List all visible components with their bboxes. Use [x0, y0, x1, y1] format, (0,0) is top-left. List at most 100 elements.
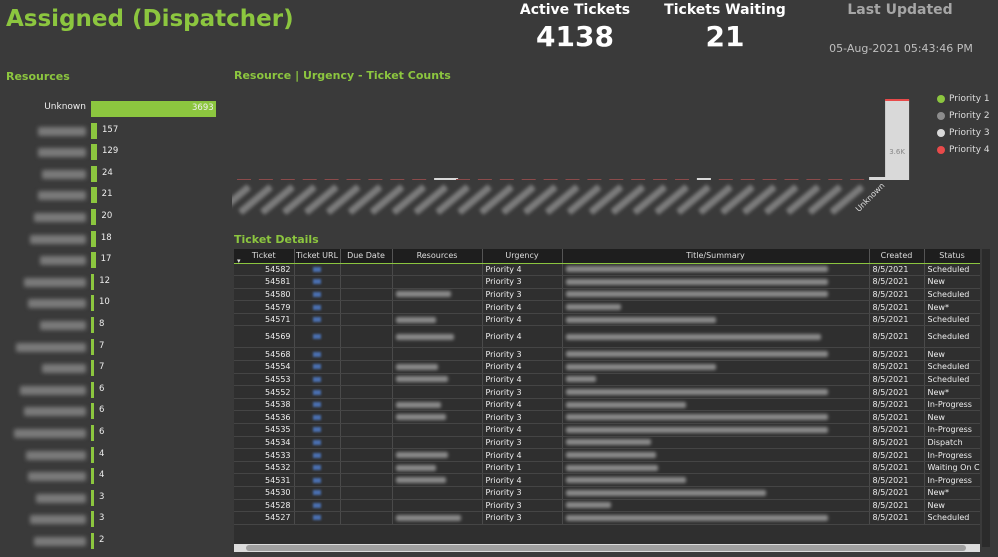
resource-row[interactable]: 10: [0, 295, 220, 312]
ticket-url-link[interactable]: [313, 304, 321, 310]
table-row[interactable]: 54535 Priority 4 8/5/2021 In-Progress: [234, 423, 980, 437]
ticket-url-link[interactable]: [313, 477, 321, 483]
ticket-url-link[interactable]: [313, 427, 321, 433]
chart-bar[interactable]: [609, 179, 624, 180]
resource-row[interactable]: 2: [0, 533, 220, 549]
ticket-url-link[interactable]: [313, 279, 321, 285]
table-row[interactable]: 54571 Priority 4 8/5/2021 Scheduled: [234, 313, 980, 327]
table-row[interactable]: 54530 Priority 3 8/5/2021 New*: [234, 486, 980, 500]
column-header[interactable]: Status: [924, 249, 980, 264]
chart-bar[interactable]: [675, 179, 689, 180]
chart-bar[interactable]: [696, 178, 711, 180]
ticket-url-link[interactable]: [313, 402, 321, 408]
chart-bar[interactable]: [587, 179, 602, 180]
ticket-url-link[interactable]: [313, 364, 321, 370]
ticket-url-link[interactable]: [313, 266, 321, 272]
resource-row[interactable]: 12: [0, 273, 220, 290]
chart-bar[interactable]: [828, 179, 843, 180]
chart-bar[interactable]: [346, 179, 361, 180]
table-row[interactable]: 54580 Priority 3 8/5/2021 Scheduled: [234, 288, 980, 302]
chart-bar[interactable]: [477, 179, 492, 180]
column-header[interactable]: Resources: [392, 249, 483, 264]
chart-bar[interactable]: [368, 179, 383, 180]
table-row[interactable]: 54554 Priority 4 8/5/2021 Scheduled: [234, 360, 980, 374]
column-header[interactable]: Due Date: [340, 249, 393, 264]
chart-bar[interactable]: [784, 179, 799, 180]
ticket-url-link[interactable]: [313, 502, 321, 508]
ticket-url-link[interactable]: [313, 465, 321, 471]
chart-bar[interactable]: [412, 179, 427, 180]
table-row[interactable]: 54579 Priority 4 8/5/2021 New*: [234, 300, 980, 314]
chart-bar[interactable]: [324, 179, 339, 180]
table-row[interactable]: 54582 Priority 4 8/5/2021 Scheduled: [234, 263, 980, 277]
chart-bar[interactable]: [740, 179, 755, 180]
table-row[interactable]: 54553 Priority 4 8/5/2021 Scheduled: [234, 373, 980, 387]
table-row[interactable]: 54552 Priority 3 8/5/2021 New*: [234, 385, 980, 399]
legend-item[interactable]: Priority 4: [937, 141, 990, 158]
resource-row[interactable]: 7: [0, 338, 220, 355]
ticket-url-link[interactable]: [313, 334, 321, 340]
column-header[interactable]: Ticket URL: [294, 249, 341, 264]
chart-bar[interactable]: [521, 179, 536, 180]
resource-row[interactable]: 129: [0, 144, 220, 161]
resource-row[interactable]: 4: [0, 446, 220, 463]
chart-bar[interactable]: [543, 179, 558, 180]
table-row[interactable]: 54581 Priority 3 8/5/2021 New: [234, 275, 980, 289]
ticket-url-link[interactable]: [313, 351, 321, 357]
vertical-scrollbar[interactable]: [982, 249, 990, 547]
ticket-url-link[interactable]: [313, 389, 321, 395]
ticket-url-link[interactable]: [313, 317, 321, 323]
chart-bar[interactable]: [806, 179, 821, 180]
ticket-url-link[interactable]: [313, 452, 321, 458]
ticket-url-link[interactable]: [313, 490, 321, 496]
column-header[interactable]: Title/Summary: [562, 249, 870, 264]
horizontal-scroll-thumb[interactable]: [246, 545, 966, 551]
resource-row[interactable]: 6: [0, 381, 220, 398]
resource-row[interactable]: 157: [0, 122, 220, 139]
resource-row[interactable]: 8: [0, 317, 220, 333]
chart-bar[interactable]: [434, 178, 459, 180]
chart-bar[interactable]: [237, 179, 251, 180]
table-row[interactable]: 54531 Priority 4 8/5/2021 In-Progress: [234, 473, 980, 487]
table-row[interactable]: 54568 Priority 3 8/5/2021 New: [234, 347, 980, 362]
table-row[interactable]: 54569 Priority 4 8/5/2021 Scheduled: [234, 325, 980, 349]
chart-bar[interactable]: [885, 100, 910, 180]
chart-bar[interactable]: [718, 179, 733, 180]
resource-row[interactable]: 17: [0, 252, 220, 269]
resource-row[interactable]: Unknown 3693: [0, 101, 220, 117]
chart-bar[interactable]: [653, 179, 668, 180]
chart-bar[interactable]: [850, 179, 865, 180]
chart-bar[interactable]: [390, 179, 405, 180]
sort-arrow-icon[interactable]: ▾: [237, 257, 241, 263]
chart-bar[interactable]: [499, 179, 514, 180]
chart-bar[interactable]: [280, 179, 295, 180]
ticket-url-link[interactable]: [313, 414, 321, 420]
chart-bar[interactable]: [869, 177, 894, 180]
table-row[interactable]: 54533 Priority 4 8/5/2021 In-Progress: [234, 448, 980, 462]
resource-row[interactable]: 6: [0, 403, 220, 420]
legend-item[interactable]: Priority 1: [937, 90, 990, 107]
table-row[interactable]: 54536 Priority 3 8/5/2021 New: [234, 410, 980, 425]
chart-bar[interactable]: [631, 179, 646, 180]
table-row[interactable]: 54532 Priority 1 8/5/2021 Waiting On Cl: [234, 461, 980, 475]
resource-row[interactable]: 18: [0, 230, 220, 247]
resource-row[interactable]: 3: [0, 511, 220, 528]
table-row[interactable]: 54527 Priority 3 8/5/2021 Scheduled: [234, 511, 980, 525]
chart-bar[interactable]: [885, 99, 910, 101]
ticket-url-link[interactable]: [313, 439, 321, 445]
table-row[interactable]: 54528 Priority 3 8/5/2021 New: [234, 499, 980, 513]
chart-bar[interactable]: [762, 179, 777, 180]
table-row[interactable]: 54538 Priority 4 8/5/2021 In-Progress: [234, 398, 980, 412]
resource-row[interactable]: 3: [0, 489, 220, 506]
resource-row[interactable]: 6: [0, 425, 220, 441]
resource-row[interactable]: 20: [0, 209, 220, 225]
chart-bar[interactable]: [302, 179, 317, 180]
chart-bar[interactable]: [565, 179, 580, 180]
column-header[interactable]: Created: [869, 249, 925, 264]
column-header[interactable]: Urgency: [482, 249, 563, 264]
resource-row[interactable]: 21: [0, 187, 220, 204]
legend-item[interactable]: Priority 2: [937, 107, 990, 124]
chart-bar[interactable]: [258, 179, 273, 180]
resource-row[interactable]: 4: [0, 468, 220, 485]
ticket-url-link[interactable]: [313, 515, 321, 521]
